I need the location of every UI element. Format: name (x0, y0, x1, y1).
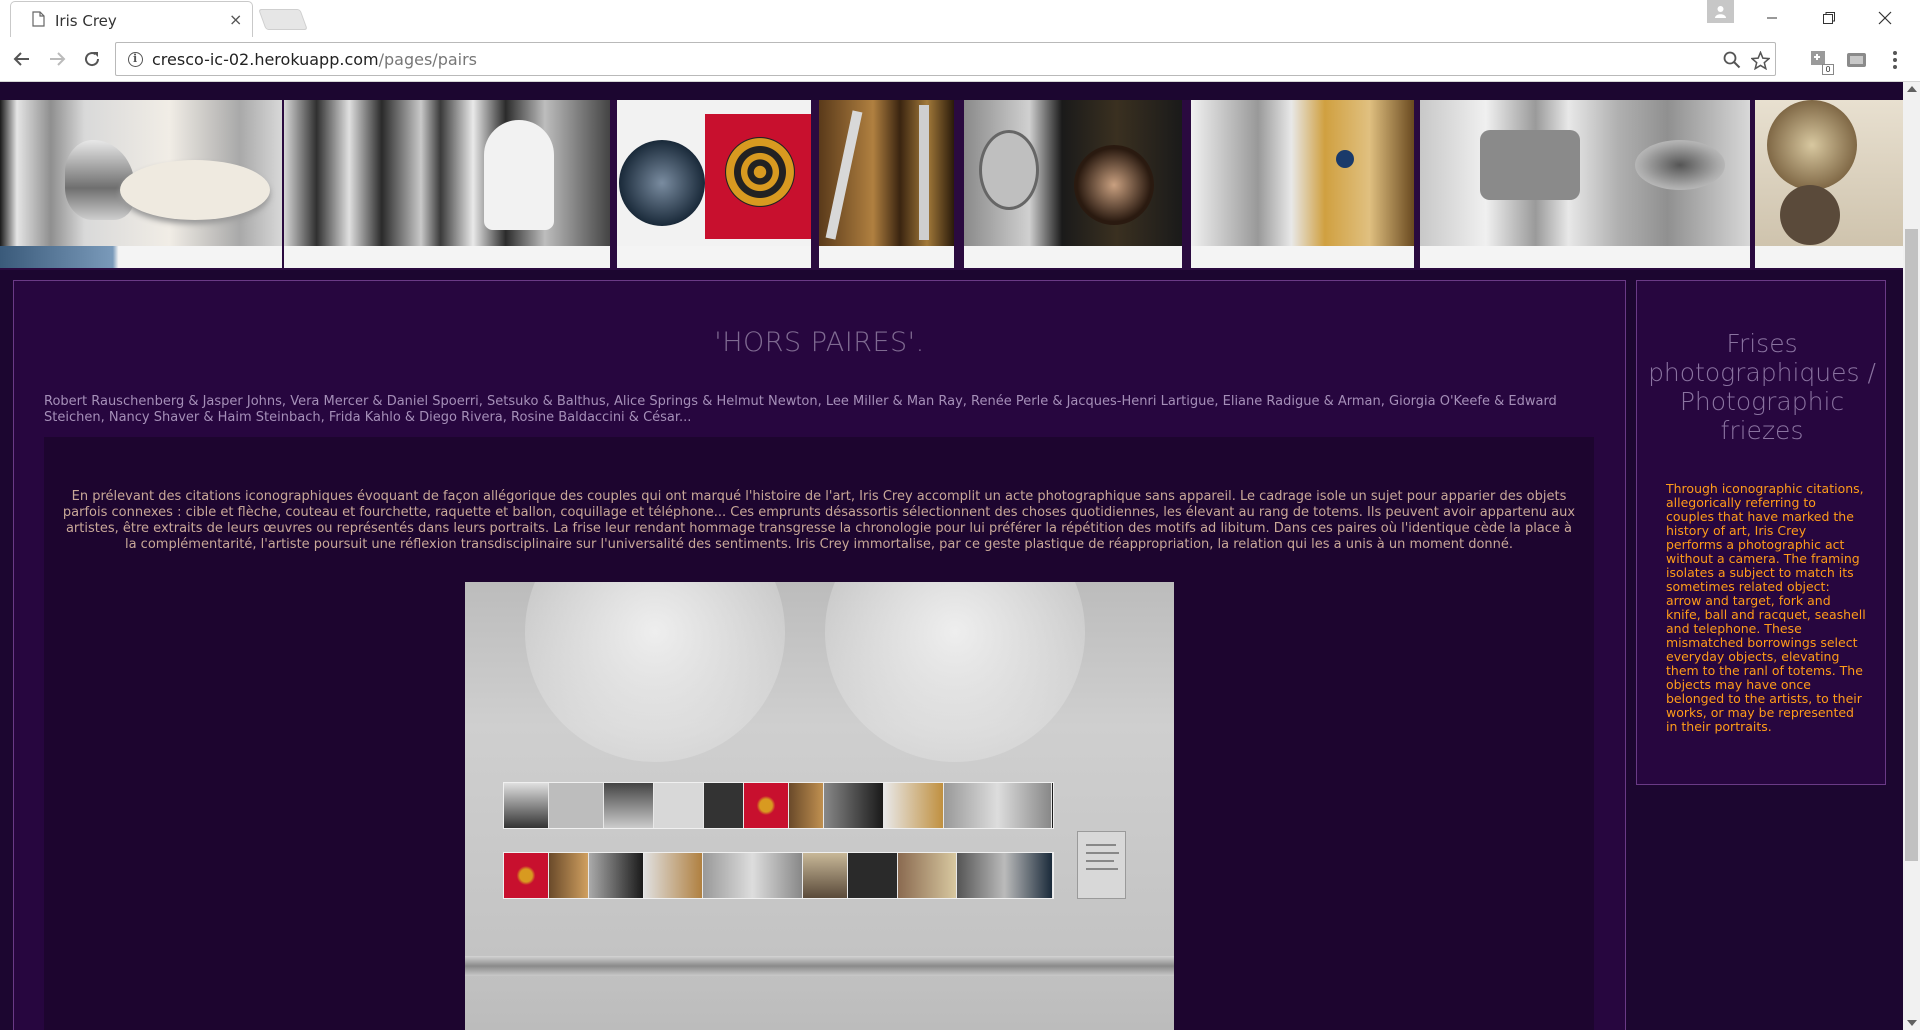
frieze-object (1780, 185, 1840, 245)
frieze-caption-strip (964, 246, 1182, 268)
frieze-photo (0, 100, 282, 268)
browser-tab[interactable]: Iris Crey × (10, 1, 253, 37)
frieze-object (484, 120, 554, 230)
sidebar-text: Through iconographic citations, allegori… (1666, 481, 1866, 734)
scrollbar-thumb[interactable] (1905, 229, 1918, 861)
tab-title: Iris Crey (55, 12, 117, 30)
profile-button[interactable] (1707, 0, 1734, 23)
frieze-caption-strip (617, 246, 811, 268)
intro-section: En prélevant des citations iconographiqu… (44, 437, 1594, 1030)
minimize-icon (1767, 17, 1777, 18)
back-button[interactable] (7, 44, 37, 74)
sidebar-title: Frises photographiques / Photographic fr… (1648, 329, 1876, 445)
frieze-row-top (503, 782, 1054, 829)
main-content-panel: 'HORS PAIRES'. Robert Rauschenberg & Jas… (13, 280, 1626, 1030)
page-title: 'HORS PAIRES'. (714, 327, 925, 358)
close-window-button[interactable] (1862, 0, 1908, 35)
frieze-caption-strip (1420, 246, 1750, 268)
forward-button[interactable] (42, 44, 72, 74)
artist-couples-list: Robert Rauschenberg & Jasper Johns, Vera… (44, 394, 1557, 425)
bookmark-star-icon[interactable] (1750, 50, 1770, 70)
frieze-caption-strip (1191, 246, 1414, 268)
tab-bar: Iris Crey × (0, 0, 1920, 37)
page-scrollbar[interactable] (1903, 82, 1920, 1030)
new-tab-button[interactable] (258, 9, 308, 30)
person-icon (1715, 6, 1726, 18)
page-viewport: 'HORS PAIRES'. Robert Rauschenberg & Jas… (0, 82, 1920, 1030)
frieze-photo (1420, 100, 1750, 268)
info-icon[interactable] (128, 52, 143, 67)
eye-patch-object (1480, 130, 1580, 200)
reload-button[interactable] (77, 44, 107, 74)
address-bar[interactable]: cresco-ic-02.herokuapp.com/pages/pairs (115, 42, 1776, 76)
knife-object (919, 105, 929, 240)
frieze-caption-strip (1755, 246, 1903, 268)
frieze-caption-strip (284, 246, 610, 268)
frieze-photo (617, 100, 811, 268)
zoom-icon[interactable] (1722, 50, 1742, 70)
frieze-caption-strip (819, 246, 954, 268)
wall-molding (465, 956, 1174, 976)
light-spot (525, 582, 785, 762)
frieze-photo (819, 100, 954, 268)
portrait-object (1074, 145, 1154, 225)
forward-arrow-icon (50, 52, 66, 66)
reload-icon (85, 52, 100, 67)
frieze-row-bottom (503, 852, 1054, 899)
browser-toolbar: cresco-ic-02.herokuapp.com/pages/pairs 0 (0, 37, 1920, 82)
eye-object (1635, 140, 1725, 190)
minimize-button[interactable] (1749, 0, 1795, 35)
light-spot (825, 582, 1085, 762)
intro-paragraph: En prélevant des citations iconographiqu… (62, 489, 1576, 552)
exhibition-photo (465, 582, 1174, 1030)
extension-badge: 0 (1822, 64, 1834, 75)
close-icon (1878, 11, 1892, 24)
frieze-photo (964, 100, 1182, 268)
mirror-object (979, 130, 1039, 210)
exhibition-label-card (1077, 831, 1126, 899)
frieze-object (120, 160, 270, 220)
sidebar-panel: Frises photographiques / Photographic fr… (1636, 280, 1886, 785)
frieze-photo (1755, 100, 1903, 268)
arrow-target-object (619, 140, 705, 226)
tab-close-icon[interactable]: × (229, 10, 242, 29)
restore-button[interactable] (1806, 0, 1852, 35)
frieze-photo (1191, 100, 1414, 268)
page-icon (32, 11, 45, 27)
frieze-caption-strip (0, 246, 282, 268)
photo-frieze-banner (0, 100, 1903, 270)
fork-object (825, 110, 863, 240)
frieze-photo (284, 100, 610, 268)
target-icon (725, 137, 795, 207)
restore-icon (1823, 11, 1835, 24)
ring-object (1336, 150, 1354, 168)
scroll-up-arrow-icon[interactable] (1907, 86, 1917, 92)
menu-kebab-icon[interactable] (1892, 50, 1898, 70)
cast-extension-icon[interactable] (1845, 48, 1869, 72)
scroll-down-arrow-icon[interactable] (1907, 1020, 1917, 1026)
ball-object (1767, 100, 1857, 190)
back-arrow-icon (13, 52, 29, 66)
url-text[interactable]: cresco-ic-02.herokuapp.com/pages/pairs (152, 50, 477, 69)
